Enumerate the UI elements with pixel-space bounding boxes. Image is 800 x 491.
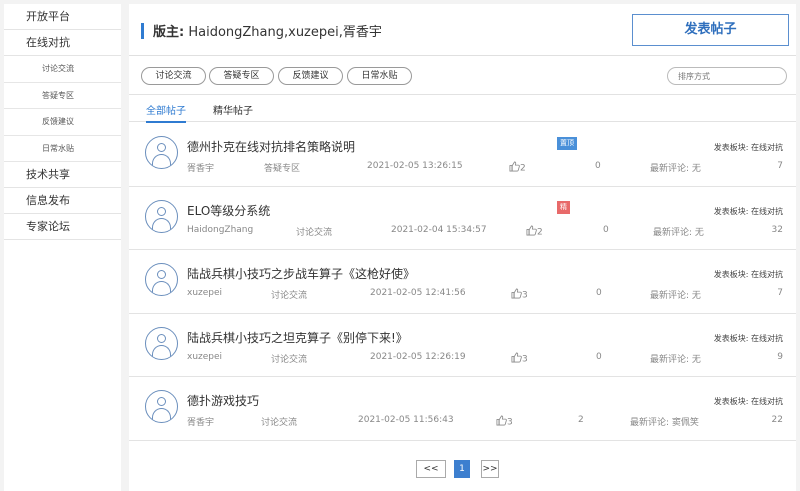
header-accent-bar bbox=[141, 23, 144, 39]
user-avatar-icon[interactable] bbox=[145, 136, 178, 169]
user-avatar-icon[interactable] bbox=[145, 390, 178, 423]
thumbs-up-icon bbox=[526, 225, 537, 239]
filter-pill-feedback[interactable]: 反馈建议 bbox=[278, 67, 343, 85]
sidebar-item-open-platform[interactable]: 开放平台 bbox=[4, 4, 121, 30]
post-title[interactable]: 德扑游戏技巧 bbox=[187, 392, 259, 409]
moderator-names: HaidongZhang,xuzepei,胥香宇 bbox=[188, 25, 382, 40]
sidebar-subitem-feedback[interactable]: 反馈建议 bbox=[4, 109, 121, 136]
post-replies: 0 bbox=[603, 224, 609, 235]
post-title[interactable]: 陆战兵棋小技巧之坦克算子《别停下来!》 bbox=[187, 329, 408, 346]
post-row[interactable]: 陆战兵棋小技巧之步战车算子《这枪好使》 发表板块: 在线对抗 xuzepei 讨… bbox=[129, 250, 796, 314]
pagination-page-current[interactable]: 1 bbox=[454, 460, 470, 478]
post-views: 22 bbox=[771, 415, 783, 425]
post-likes[interactable]: 3 bbox=[511, 352, 528, 366]
post-badge: 置顶 bbox=[557, 137, 577, 150]
thumbs-up-icon bbox=[496, 415, 507, 429]
moderator-info: 版主: HaidongZhang,xuzepei,胥香宇 bbox=[153, 21, 382, 40]
post-replies: 0 bbox=[596, 351, 602, 362]
post-author[interactable]: 胥香宇 bbox=[187, 415, 214, 428]
post-badge: 精 bbox=[557, 200, 570, 214]
like-count: 3 bbox=[507, 417, 513, 428]
post-author[interactable]: HaidongZhang bbox=[187, 225, 253, 235]
thumbs-up-icon bbox=[511, 288, 522, 302]
post-time: 2021-02-05 11:56:43 bbox=[358, 415, 454, 425]
post-latest-comment: 最新评论: 无 bbox=[650, 291, 701, 301]
post-category: 答疑专区 bbox=[264, 164, 301, 174]
post-tabs: 全部帖子 精华帖子 bbox=[129, 96, 796, 123]
post-list: 德州扑克在线对抗排名策略说明 置顶 发表板块: 在线对抗 胥香宇 答疑专区 20… bbox=[129, 123, 796, 441]
post-category: 讨论交流 bbox=[271, 354, 308, 365]
post-title[interactable]: 陆战兵棋小技巧之步战车算子《这枪好使》 bbox=[187, 265, 415, 282]
sidebar-item-expert-forum[interactable]: 专家论坛 bbox=[4, 214, 121, 240]
post-views: 7 bbox=[777, 161, 783, 171]
post-likes[interactable]: 3 bbox=[496, 415, 513, 429]
post-board: 发表板块: 在线对抗 bbox=[713, 270, 783, 279]
post-category: 讨论交流 bbox=[296, 227, 333, 238]
post-title[interactable]: ELO等级分系统 bbox=[187, 202, 270, 219]
post-latest-comment: 最新评论: 无 bbox=[653, 227, 704, 238]
post-time: 2021-02-05 12:26:19 bbox=[370, 351, 466, 362]
post-row[interactable]: 德州扑克在线对抗排名策略说明 置顶 发表板块: 在线对抗 胥香宇 答疑专区 20… bbox=[129, 123, 796, 187]
post-replies: 0 bbox=[596, 288, 602, 298]
sidebar-item-info-release[interactable]: 信息发布 bbox=[4, 188, 121, 214]
like-count: 3 bbox=[522, 354, 528, 364]
sidebar: 开放平台 在线对抗 讨论交流 答疑专区 反馈建议 日常水贴 技术共享 信息发布 … bbox=[4, 4, 121, 491]
post-time: 2021-02-05 12:41:56 bbox=[370, 288, 466, 298]
post-title[interactable]: 德州扑克在线对抗排名策略说明 bbox=[187, 138, 355, 155]
post-views: 7 bbox=[777, 288, 783, 298]
moderator-label: 版主: bbox=[153, 25, 185, 40]
filter-pill-daily[interactable]: 日常水贴 bbox=[347, 67, 412, 85]
post-time: 2021-02-05 13:26:15 bbox=[367, 161, 463, 171]
post-author[interactable]: xuzepei bbox=[187, 352, 222, 362]
post-likes[interactable]: 2 bbox=[526, 225, 543, 239]
like-count: 3 bbox=[522, 290, 528, 301]
pagination-prev-button[interactable]: << bbox=[416, 460, 446, 478]
user-avatar-icon[interactable] bbox=[145, 263, 178, 296]
post-category: 讨论交流 bbox=[261, 418, 298, 428]
post-latest-comment: 最新评论: 窦佩笑 bbox=[630, 418, 699, 428]
post-replies: 0 bbox=[595, 161, 601, 171]
sort-select[interactable] bbox=[667, 67, 787, 85]
post-board: 发表板块: 在线对抗 bbox=[713, 143, 783, 152]
post-views: 32 bbox=[771, 224, 783, 235]
post-views: 9 bbox=[777, 351, 783, 362]
post-row[interactable]: 德扑游戏技巧 发表板块: 在线对抗 胥香宇 讨论交流 2021-02-05 11… bbox=[129, 377, 796, 441]
thumbs-up-icon bbox=[509, 161, 520, 175]
filter-pill-discussion[interactable]: 讨论交流 bbox=[141, 67, 206, 85]
sidebar-item-tech-share[interactable]: 技术共享 bbox=[4, 162, 121, 188]
post-likes[interactable]: 2 bbox=[509, 161, 526, 175]
sidebar-subitem-discussion[interactable]: 讨论交流 bbox=[4, 56, 121, 83]
main-panel: 版主: HaidongZhang,xuzepei,胥香宇 发表帖子 讨论交流 答… bbox=[129, 4, 796, 491]
post-latest-comment: 最新评论: 无 bbox=[650, 164, 701, 174]
user-avatar-icon[interactable] bbox=[145, 199, 178, 233]
post-replies: 2 bbox=[578, 415, 584, 425]
category-filter-bar: 讨论交流 答疑专区 反馈建议 日常水贴 bbox=[129, 57, 796, 95]
sidebar-item-online-battle[interactable]: 在线对抗 bbox=[4, 30, 121, 56]
thumbs-up-icon bbox=[511, 352, 522, 366]
filter-pill-qa[interactable]: 答疑专区 bbox=[209, 67, 274, 85]
post-author[interactable]: 胥香宇 bbox=[187, 161, 214, 174]
tab-all-posts[interactable]: 全部帖子 bbox=[146, 102, 186, 123]
new-post-button[interactable]: 发表帖子 bbox=[632, 14, 789, 46]
post-latest-comment: 最新评论: 无 bbox=[650, 354, 701, 365]
post-board: 发表板块: 在线对抗 bbox=[713, 333, 783, 343]
like-count: 2 bbox=[520, 163, 526, 174]
post-board: 发表板块: 在线对抗 bbox=[713, 397, 783, 406]
post-board: 发表板块: 在线对抗 bbox=[713, 206, 783, 216]
tab-featured-posts[interactable]: 精华帖子 bbox=[213, 102, 253, 121]
user-avatar-icon[interactable] bbox=[145, 326, 178, 360]
post-row[interactable]: 陆战兵棋小技巧之坦克算子《别停下来!》 发表板块: 在线对抗 xuzepei 讨… bbox=[129, 314, 796, 377]
sidebar-subitem-daily[interactable]: 日常水贴 bbox=[4, 136, 121, 162]
post-category: 讨论交流 bbox=[271, 291, 308, 301]
post-row[interactable]: ELO等级分系统 精 发表板块: 在线对抗 HaidongZhang 讨论交流 … bbox=[129, 187, 796, 250]
forum-header: 版主: HaidongZhang,xuzepei,胥香宇 发表帖子 bbox=[129, 4, 796, 56]
sidebar-subitem-qa[interactable]: 答疑专区 bbox=[4, 83, 121, 109]
post-likes[interactable]: 3 bbox=[511, 288, 528, 302]
pagination-next-button[interactable]: >> bbox=[481, 460, 499, 478]
post-time: 2021-02-04 15:34:57 bbox=[391, 224, 487, 235]
post-author[interactable]: xuzepei bbox=[187, 288, 222, 298]
like-count: 2 bbox=[537, 227, 543, 237]
